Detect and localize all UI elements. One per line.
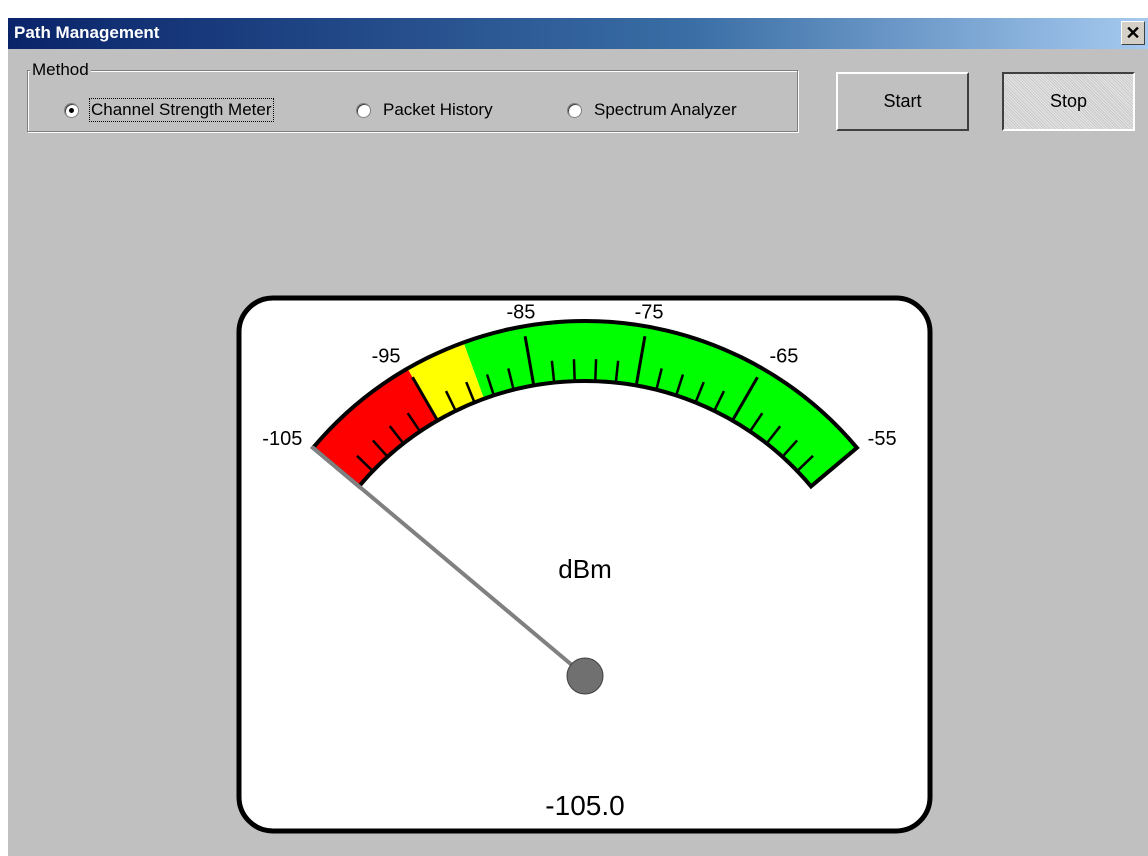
gauge-scale-label: -95 (372, 345, 401, 367)
gauge-scale-label: -105 (262, 428, 302, 450)
gauge-minor-tick (594, 359, 598, 382)
gauge-scale-label: -75 (635, 302, 664, 324)
gauge-scale-label: -85 (506, 302, 535, 324)
gauge-scale-label: -55 (868, 428, 897, 450)
gauge-value-readout: -105.0 (545, 790, 624, 821)
gauge-minor-tick (572, 359, 576, 382)
gauge-scale-label: -65 (770, 345, 799, 367)
gauge-unit-label: dBm (558, 554, 611, 584)
signal-strength-gauge: -105 -95 -85 -75 -65 -55 dBm -105.0 (236, 295, 933, 834)
gauge-needle-hub (566, 657, 604, 695)
